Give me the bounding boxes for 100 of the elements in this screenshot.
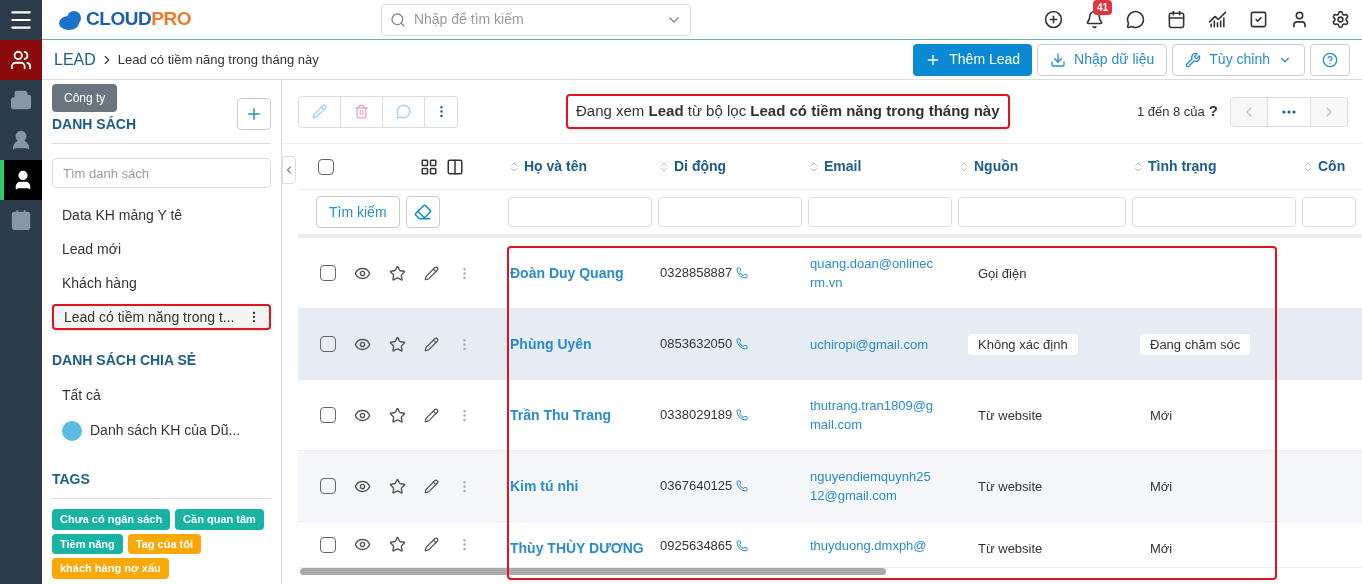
add-lead-button[interactable]: Thêm Lead [913,43,1033,76]
edit-icon[interactable] [424,478,439,494]
row-checkbox[interactable] [320,336,336,352]
phone-number: 0853632050 [660,335,733,354]
lead-name-link[interactable]: Thùy THÙY DƯƠNG [510,540,644,556]
email-link[interactable]: thuyduong.dmxph@ [810,536,936,555]
clear-filter-button[interactable] [405,196,440,228]
edit-icon[interactable] [424,407,439,423]
table-row[interactable]: Kim tú nhi 0367640125 nguyendiemquynh2512@gmail.com Từ website Mới [298,451,1362,522]
breadcrumb-module[interactable]: LEAD [54,47,96,72]
nav-rail-item[interactable] [0,160,42,200]
column-filter-field[interactable] [808,197,952,227]
star-icon[interactable] [389,264,406,282]
status-text: Mới [1149,407,1174,425]
phone-icon[interactable] [736,409,749,421]
column-header[interactable]: Di động [674,156,727,177]
column-filter-field[interactable] [508,197,652,227]
column-header[interactable]: Email [824,156,862,177]
edit-icon[interactable] [424,336,439,352]
edit-icon[interactable] [424,265,439,281]
lead-name-link[interactable]: Trần Thu Trang [510,407,612,423]
column-header[interactable]: Nguồn [974,156,1019,177]
source-text: Gọi điện [977,265,1028,283]
email-link[interactable]: quang.doan@onlinecrm.vn [810,254,936,292]
column-filter-field[interactable] [658,197,802,227]
status-text: Đang chăm sóc [1140,334,1251,355]
search-button[interactable]: Tìm kiếm [316,196,400,228]
lead-name-link[interactable]: Phùng Uyên [510,336,592,352]
tag[interactable]: Tiềm năng [52,533,123,554]
column-header[interactable]: Côn [1318,156,1346,177]
import-button[interactable]: Nhập dữ liệu [1037,43,1168,76]
column-filter-field[interactable] [1302,197,1356,227]
shared-list-item[interactable]: Danh sách KH của Dũ... [52,420,271,441]
ellipsis-icon [1282,109,1296,114]
notification-badge: 41 [1093,0,1113,15]
search-icon [389,11,406,28]
add-list-button[interactable] [237,97,271,130]
shared-list-item[interactable]: Tất cả [52,385,271,406]
star-icon[interactable] [389,335,406,353]
edit-icon[interactable] [424,537,439,552]
avatar-icon [62,420,82,441]
list-search-field[interactable]: Tìm danh sách [52,158,271,188]
column-header[interactable]: Tình trạng [1148,156,1217,177]
nav-rail-item[interactable] [0,40,42,80]
collapse-sidebar-button[interactable] [282,156,296,184]
breadcrumb-current: Lead có tiềm năng trong tháng này [117,50,319,69]
chat-icon[interactable] [1126,10,1145,29]
search-field[interactable]: Nhập để tìm kiếm [413,9,658,30]
tag[interactable]: Chưa có ngân sách [52,509,171,530]
column-filter-field[interactable] [1132,197,1296,227]
select-all-checkbox[interactable] [318,158,334,175]
row-checkbox[interactable] [320,407,336,423]
status-text: Mới [1149,478,1174,496]
columns-icon[interactable] [446,157,464,176]
task-icon[interactable] [1249,10,1268,29]
download-icon [1050,51,1067,68]
phone-icon[interactable] [736,539,749,552]
help-icon [1322,51,1338,68]
phone-icon[interactable] [736,267,749,279]
tooltip: Công ty [52,84,118,112]
filter-banner: Đang xem Lead từ bộ lọc Lead có tiềm năng trong tháng này [566,94,1010,129]
list-item[interactable]: Lead mới [52,236,271,262]
grid-icon[interactable] [420,157,438,176]
row-checkbox[interactable] [320,478,336,494]
eye-icon[interactable] [354,536,371,553]
add-icon[interactable] [1044,10,1063,29]
column-filter-field[interactable] [958,197,1126,227]
email-link[interactable]: uchiropi@gmail.com [810,334,936,354]
customize-button[interactable]: Tùy chỉnh [1172,43,1305,76]
lead-name-link[interactable]: Kim tú nhi [510,478,579,494]
list-item[interactable]: Lead có tiềm năng trong t... [52,304,271,330]
bell-icon[interactable] [1085,10,1104,29]
row-checkbox[interactable] [320,536,336,553]
phone-icon[interactable] [736,338,749,350]
user-icon[interactable] [1290,10,1309,29]
chart-icon[interactable] [1208,10,1227,29]
list-item[interactable]: Khách hàng [52,270,271,296]
list-item[interactable]: Data KH mảng Y tê [52,202,271,228]
row-checkbox[interactable] [320,265,336,281]
column-header[interactable]: Họ và tên [524,156,587,177]
section-title: DANH SÁCH CHIA SẺ [52,351,198,370]
horizontal-scrollbar[interactable] [300,568,886,575]
phone-icon[interactable] [736,480,749,492]
star-icon[interactable] [389,406,406,424]
tag[interactable]: khách hàng nợ xấu [52,558,169,579]
pagination-total: ? [1208,101,1218,122]
star-icon[interactable] [389,536,406,553]
help-button[interactable] [1310,43,1350,76]
table-row[interactable]: Phùng Uyên 0853632050 uchiropi@gmail.com Không xác định Đang chăm sóc [298,309,1362,380]
tag[interactable]: Tag của tôi [127,533,202,554]
settings-icon[interactable] [1331,10,1350,29]
email-link[interactable]: nguyendiemquynh2512@gmail.com [810,467,936,505]
pagination-range: 1 đến 8 của [1136,102,1205,121]
star-icon[interactable] [389,477,406,495]
email-link[interactable]: thutrang.tran1809@gmail.com [810,396,936,434]
tag[interactable]: Cần quan tâm [175,509,264,530]
logo-text: CLOUDPRO [86,7,191,32]
calendar-icon[interactable] [1167,10,1186,29]
search-bar[interactable]: Nhập để tìm kiếm [380,3,691,36]
lead-name-link[interactable]: Đoàn Duy Quang [510,265,624,281]
